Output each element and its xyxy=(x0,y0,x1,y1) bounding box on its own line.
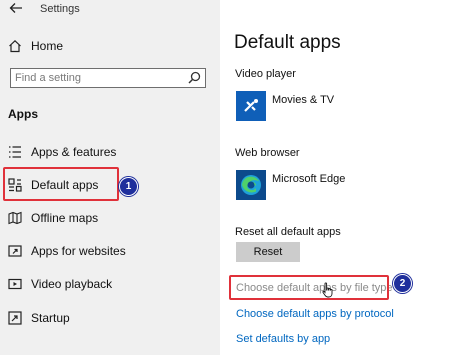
set-defaults-by-app-link[interactable]: Set defaults by app xyxy=(236,333,330,345)
title-bar: Settings xyxy=(0,0,220,24)
sidebar-item-label: Apps for websites xyxy=(31,244,126,258)
web-link-icon xyxy=(8,244,22,258)
highlight-box xyxy=(3,167,119,201)
movies-tv-icon xyxy=(236,91,266,121)
video-icon xyxy=(8,277,22,291)
list-icon xyxy=(8,145,22,159)
choose-by-protocol-link[interactable]: Choose default apps by protocol xyxy=(236,308,394,320)
search-input[interactable] xyxy=(15,70,185,86)
sidebar-item-apps-for-websites[interactable]: Apps for websites xyxy=(0,237,220,265)
map-icon xyxy=(8,211,22,225)
back-arrow-icon[interactable] xyxy=(9,1,25,17)
home-icon xyxy=(8,39,22,53)
startup-icon xyxy=(8,311,22,325)
sidebar-item-label: Apps & features xyxy=(31,145,117,159)
sidebar-item-label: Home xyxy=(31,39,64,53)
step-badge: 1 xyxy=(119,177,138,196)
web-browser-app-button[interactable]: Microsoft Edge xyxy=(236,170,466,202)
video-player-label: Video player xyxy=(235,68,296,80)
section-title: Apps xyxy=(8,107,38,121)
app-name: Microsoft Edge xyxy=(272,173,346,185)
video-player-app-button[interactable]: Movies & TV xyxy=(236,91,466,123)
search-icon[interactable] xyxy=(188,71,201,84)
sidebar-item-offline-maps[interactable]: Offline maps xyxy=(0,204,220,232)
sidebar-item-startup[interactable]: Startup xyxy=(0,304,220,332)
sidebar-item-label: Offline maps xyxy=(31,211,99,225)
sidebar-item-apps-features[interactable]: Apps & features xyxy=(0,138,220,166)
sidebar-item-video-playback[interactable]: Video playback xyxy=(0,270,220,298)
sidebar-item-home[interactable]: Home xyxy=(0,32,220,60)
reset-label: Reset all default apps xyxy=(235,226,341,238)
step-badge: 2 xyxy=(393,274,412,293)
reset-button[interactable]: Reset xyxy=(236,242,300,262)
page-title: Default apps xyxy=(234,32,341,53)
web-browser-label: Web browser xyxy=(235,147,300,159)
hand-cursor-icon xyxy=(322,282,334,298)
default-apps-pane: Default apps Video player Movies & TV We… xyxy=(220,0,474,355)
search-box[interactable] xyxy=(10,68,206,88)
sidebar-item-label: Video playback xyxy=(31,277,113,291)
highlight-box xyxy=(229,275,389,300)
sidebar-item-label: Startup xyxy=(31,311,70,325)
app-name: Movies & TV xyxy=(272,94,335,106)
window-title: Settings xyxy=(40,3,80,15)
microsoft-edge-icon xyxy=(236,170,266,200)
